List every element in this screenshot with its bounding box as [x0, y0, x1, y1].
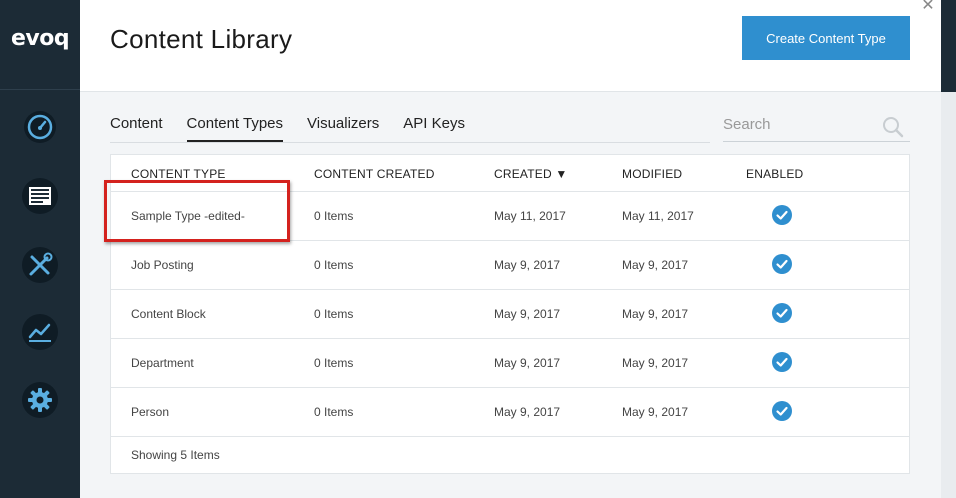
search-icon[interactable]	[882, 116, 904, 138]
settings-gear-icon	[22, 382, 58, 418]
enabled-check-icon	[772, 254, 792, 274]
sidebar-item-dashboard[interactable]	[20, 107, 60, 147]
column-header-modified[interactable]: MODIFIED	[622, 167, 682, 181]
tab-api-keys[interactable]: API Keys	[403, 112, 465, 142]
page-header: Content Library Create Content Type	[80, 0, 941, 92]
search-input[interactable]	[723, 112, 873, 136]
column-header-enabled[interactable]: ENABLED	[746, 167, 803, 181]
evoq-logo[interactable]: evoq	[11, 26, 70, 51]
right-panel-strip-light	[941, 92, 956, 498]
close-icon[interactable]: ✕	[919, 0, 937, 14]
cell-content-created: 0 Items	[314, 405, 354, 419]
column-header-created[interactable]: CREATED ▼	[494, 167, 567, 181]
table-row[interactable]: Sample Type -edited- 0 Items May 11, 201…	[111, 192, 909, 241]
tab-content-types[interactable]: Content Types	[186, 112, 284, 142]
enabled-check-icon	[772, 352, 792, 372]
cell-content-created: 0 Items	[314, 307, 354, 321]
search-box	[723, 112, 910, 142]
logo-area: evoq	[0, 0, 80, 90]
enabled-check-icon	[772, 401, 792, 421]
cell-created: May 9, 2017	[494, 307, 561, 321]
page-title: Content Library	[110, 24, 293, 54]
cell-content-type: Department	[131, 356, 194, 370]
sidebar: evoq	[0, 0, 80, 498]
sidebar-item-analytics[interactable]	[20, 312, 60, 352]
tab-content[interactable]: Content	[110, 112, 163, 142]
sidebar-item-tools[interactable]	[20, 245, 60, 285]
table-footer-count: Showing 5 Items	[131, 448, 220, 462]
sidebar-item-content[interactable]	[20, 176, 60, 216]
cell-content-type: Person	[131, 405, 170, 419]
cell-content-type: Sample Type -edited-	[131, 209, 245, 223]
cell-modified: May 9, 2017	[622, 307, 689, 321]
table-row[interactable]: Department 0 Items May 9, 2017 May 9, 20…	[111, 339, 909, 388]
cell-content-type: Content Block	[131, 307, 206, 321]
table-row[interactable]: Person 0 Items May 9, 2017 May 9, 2017	[111, 388, 909, 437]
sidebar-item-settings[interactable]	[20, 380, 60, 420]
column-header-content-type[interactable]: CONTENT TYPE	[131, 167, 226, 181]
cell-content-type: Job Posting	[131, 258, 194, 272]
tab-visualizers[interactable]: Visualizers	[307, 112, 379, 142]
cell-created: May 9, 2017	[494, 258, 561, 272]
cell-created: May 9, 2017	[494, 356, 561, 370]
cell-created: May 11, 2017	[494, 209, 566, 223]
cell-modified: May 9, 2017	[622, 405, 689, 419]
enabled-check-icon	[772, 303, 792, 323]
table-header: CONTENT TYPE CONTENT CREATED CREATED ▼ M…	[111, 155, 909, 192]
cell-content-created: 0 Items	[314, 258, 354, 272]
create-content-type-button[interactable]: Create Content Type	[742, 16, 910, 60]
content-icon	[22, 178, 58, 214]
tab-divider	[110, 142, 710, 143]
tab-bar: Content Content Types Visualizers API Ke…	[110, 112, 489, 144]
table-row[interactable]: Content Block 0 Items May 9, 2017 May 9,…	[111, 290, 909, 339]
cell-modified: May 9, 2017	[622, 356, 689, 370]
dashboard-icon	[24, 111, 56, 143]
right-panel-strip	[941, 0, 956, 92]
cell-content-created: 0 Items	[314, 209, 354, 223]
analytics-icon	[22, 314, 58, 350]
enabled-check-icon	[772, 205, 792, 225]
cell-created: May 9, 2017	[494, 405, 561, 419]
cell-modified: May 11, 2017	[622, 209, 694, 223]
cell-modified: May 9, 2017	[622, 258, 689, 272]
table-row[interactable]: Job Posting 0 Items May 9, 2017 May 9, 2…	[111, 241, 909, 290]
column-header-content-created[interactable]: CONTENT CREATED	[314, 167, 435, 181]
tools-icon	[22, 247, 58, 283]
content-types-table: CONTENT TYPE CONTENT CREATED CREATED ▼ M…	[110, 154, 910, 474]
cell-content-created: 0 Items	[314, 356, 354, 370]
